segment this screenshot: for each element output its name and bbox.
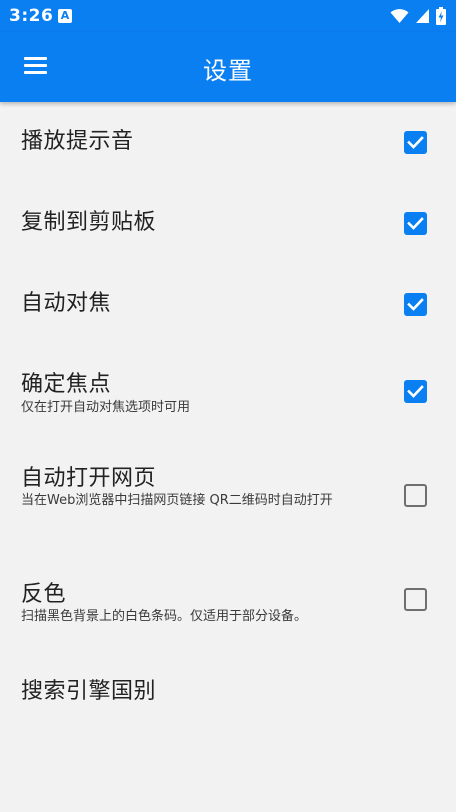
- setting-title: 搜索引擎国别: [21, 679, 157, 704]
- setting-search-country[interactable]: 搜索引擎国别: [0, 656, 456, 736]
- confirm-focus-checkbox[interactable]: [404, 380, 427, 403]
- setting-auto-focus[interactable]: 自动对焦: [0, 264, 456, 346]
- page-title: 设置: [203, 57, 253, 85]
- auto-open-web-checkbox[interactable]: [404, 484, 427, 507]
- setting-summary: 当在Web浏览器中扫描网页链接 QR二维码时自动打开: [21, 493, 333, 508]
- notification-a-icon: A: [58, 9, 72, 23]
- setting-title: 复制到剪贴板: [21, 210, 157, 235]
- setting-title: 自动打开网页: [21, 466, 157, 491]
- invert-color-checkbox[interactable]: [404, 588, 427, 611]
- setting-summary: 仅在打开自动对焦选项时可用: [21, 400, 191, 415]
- setting-title: 播放提示音: [21, 129, 134, 154]
- checkmark-icon: [407, 298, 424, 311]
- battery-charging-icon: [436, 7, 446, 25]
- checkmark-icon: [407, 136, 424, 149]
- setting-confirm-focus[interactable]: 确定焦点 仅在打开自动对焦选项时可用: [0, 346, 456, 446]
- cell-signal-icon: [416, 9, 429, 23]
- status-bar: 3:26 A: [0, 0, 456, 32]
- app-bar: 设置: [0, 32, 456, 102]
- setting-invert-color[interactable]: 反色 扫描黑色背景上的白色条码。仅适用于部分设备。: [0, 566, 456, 656]
- wifi-icon: [390, 9, 409, 23]
- setting-title: 反色: [21, 582, 67, 607]
- setting-copy-to-clipboard[interactable]: 复制到剪贴板: [0, 182, 456, 264]
- auto-focus-checkbox[interactable]: [404, 293, 427, 316]
- play-sound-checkbox[interactable]: [404, 131, 427, 154]
- copy-to-clipboard-checkbox[interactable]: [404, 212, 427, 235]
- checkmark-icon: [407, 217, 424, 230]
- setting-title: 自动对焦: [21, 291, 112, 316]
- status-time: 3:26: [9, 6, 54, 26]
- setting-summary: 扫描黑色背景上的白色条码。仅适用于部分设备。: [21, 609, 308, 624]
- setting-play-sound[interactable]: 播放提示音: [0, 102, 456, 182]
- checkmark-icon: [407, 385, 424, 398]
- setting-auto-open-web[interactable]: 自动打开网页 当在Web浏览器中扫描网页链接 QR二维码时自动打开: [0, 446, 456, 566]
- setting-title: 确定焦点: [21, 372, 112, 397]
- status-icons: [390, 7, 446, 25]
